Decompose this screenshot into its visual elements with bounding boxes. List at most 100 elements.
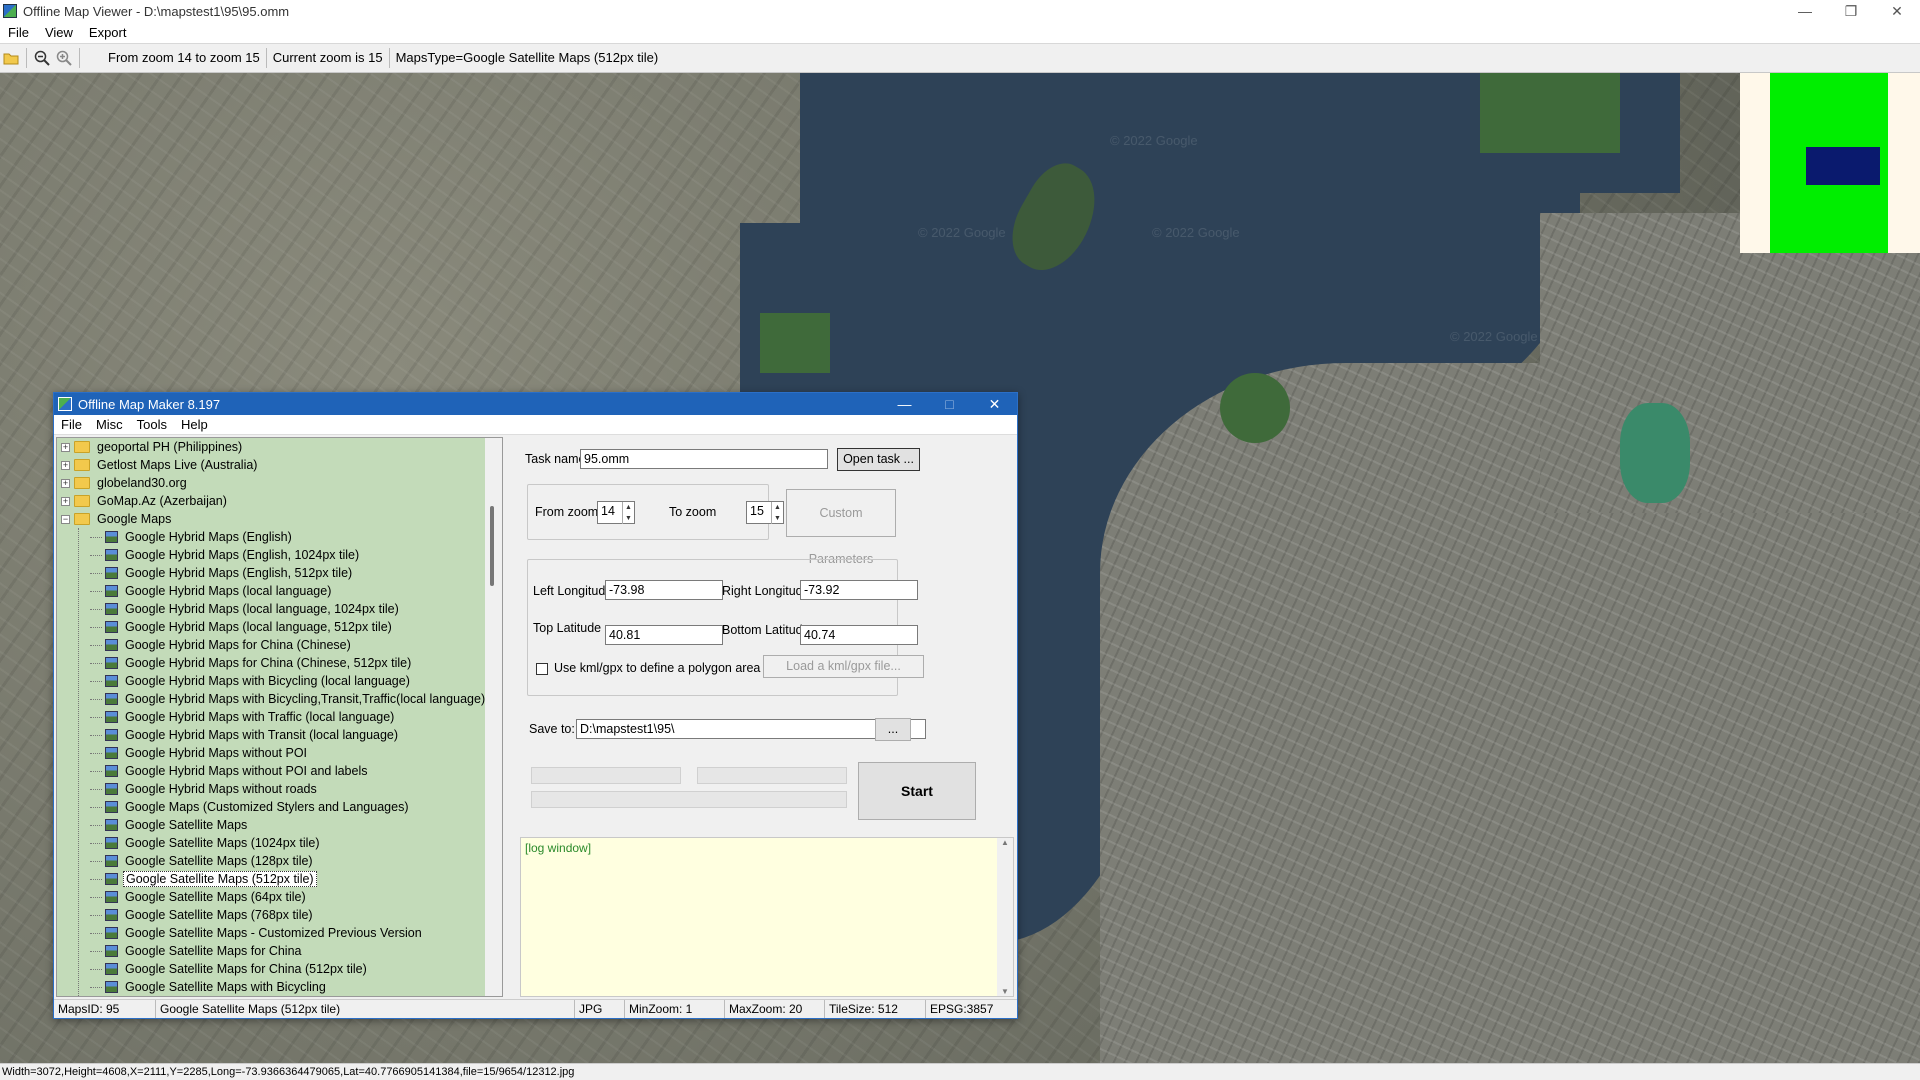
- kml-checkbox-label: Use kml/gpx to define a polygon area: [554, 661, 761, 675]
- tree-scroll-thumb[interactable]: [490, 506, 494, 586]
- folder-icon: [74, 459, 90, 471]
- tree-map-item[interactable]: Google Hybrid Maps (English): [57, 528, 502, 546]
- tree-map-label: Google Hybrid Maps with Transit (local l…: [125, 728, 399, 742]
- tree-folder[interactable]: + GoMap.Az (Azerbaijan): [57, 492, 502, 510]
- tree-map-item[interactable]: Google Hybrid Maps with Bicycling (local…: [57, 672, 502, 690]
- dialog-menu-file[interactable]: File: [54, 417, 89, 432]
- status-format: JPG: [575, 1000, 625, 1018]
- tree-folder[interactable]: + Getlost Maps Live (Australia): [57, 456, 502, 474]
- tree-folder[interactable]: + geoportal PH (Philippines): [57, 438, 502, 456]
- tree-map-item[interactable]: Google Hybrid Maps with Traffic (local l…: [57, 708, 502, 726]
- top-latitude-input[interactable]: 40.81: [605, 625, 723, 645]
- map-source-icon: [105, 729, 118, 741]
- tree-map-label: Google Hybrid Maps with Bicycling,Transi…: [125, 692, 486, 706]
- scroll-down-icon[interactable]: ▼: [997, 987, 1013, 996]
- kml-checkbox[interactable]: [536, 663, 548, 675]
- tree-map-label: Google Satellite Maps - Customized Previ…: [125, 926, 422, 940]
- expand-icon[interactable]: +: [61, 496, 70, 506]
- restore-icon[interactable]: ❐: [1828, 0, 1874, 22]
- dialog-titlebar: Offline Map Maker 8.197 — □ ✕: [54, 393, 1017, 415]
- tree-map-item[interactable]: Google Satellite Maps with Bicycling: [57, 978, 502, 996]
- tree-map-item[interactable]: Google Hybrid Maps with Transit (local l…: [57, 726, 502, 744]
- save-to-input[interactable]: D:\mapstest1\95\: [576, 719, 926, 739]
- open-folder-icon[interactable]: [0, 47, 22, 69]
- expand-icon[interactable]: +: [61, 442, 70, 452]
- folder-icon: [74, 495, 90, 507]
- expand-icon[interactable]: +: [61, 478, 70, 488]
- dialog-menu-help[interactable]: Help: [174, 417, 215, 432]
- bottom-latitude-input[interactable]: 40.74: [800, 625, 918, 645]
- zoom-out-icon[interactable]: [31, 47, 53, 69]
- from-zoom-spinner[interactable]: ▲ ▼: [622, 502, 634, 524]
- left-longitude-input[interactable]: -73.98: [605, 580, 723, 600]
- dialog-menu-misc[interactable]: Misc: [89, 417, 130, 432]
- map-source-icon: [105, 765, 118, 777]
- tree-map-item[interactable]: Google Hybrid Maps without POI: [57, 744, 502, 762]
- to-zoom-spinner[interactable]: ▲ ▼: [771, 502, 783, 524]
- zoom-in-icon[interactable]: [53, 47, 75, 69]
- tree-folder-label: globeland30.org: [97, 476, 187, 490]
- menu-view[interactable]: View: [37, 25, 81, 40]
- tree-map-item[interactable]: Google Satellite Maps (128px tile): [57, 852, 502, 870]
- map-watermark: © 2022 Google: [1450, 329, 1538, 344]
- tree-map-item[interactable]: Google Hybrid Maps for China (Chinese): [57, 636, 502, 654]
- map-source-icon: [105, 945, 118, 957]
- minimize-icon[interactable]: —: [1782, 0, 1828, 22]
- map-source-icon: [105, 675, 118, 687]
- tree-map-label: Google Satellite Maps: [125, 818, 248, 832]
- tree-map-item[interactable]: Google Hybrid Maps for China (Chinese, 5…: [57, 654, 502, 672]
- tree-map-label: Google Hybrid Maps without roads: [125, 782, 317, 796]
- dialog-maximize-icon[interactable]: □: [927, 393, 972, 415]
- tree-map-item[interactable]: Google Satellite Maps (512px tile): [57, 870, 502, 888]
- tree-map-item[interactable]: Google Hybrid Maps (local language): [57, 582, 502, 600]
- tree-map-label: Google Hybrid Maps (English, 512px tile): [125, 566, 353, 580]
- load-kml-button[interactable]: Load a kml/gpx file...: [763, 655, 924, 678]
- tree-folder[interactable]: − Google Maps: [57, 510, 502, 528]
- menu-export[interactable]: Export: [81, 25, 135, 40]
- collapse-icon[interactable]: −: [61, 514, 70, 524]
- overview-minimap[interactable]: [1740, 73, 1920, 253]
- dialog-menu-tools[interactable]: Tools: [130, 417, 174, 432]
- tree-map-item[interactable]: Google Hybrid Maps (local language, 1024…: [57, 600, 502, 618]
- folder-icon: [74, 477, 90, 489]
- dialog-close-icon[interactable]: ✕: [972, 393, 1017, 415]
- tree-map-item[interactable]: Google Satellite Maps for China (512px t…: [57, 960, 502, 978]
- custom-parameters-button[interactable]: Custom Parameters: [786, 489, 896, 566]
- tree-map-item[interactable]: Google Satellite Maps - Customized Previ…: [57, 924, 502, 942]
- tree-map-item[interactable]: Google Satellite Maps (768px tile): [57, 906, 502, 924]
- log-window[interactable]: [log window] ▲ ▼: [520, 837, 1014, 997]
- menu-file[interactable]: File: [0, 25, 37, 40]
- task-name-label: Task name: [525, 452, 586, 466]
- dialog-title: Offline Map Maker 8.197: [78, 396, 221, 412]
- tree-map-item[interactable]: Google Hybrid Maps with Bicycling,Transi…: [57, 690, 502, 708]
- tree-map-item[interactable]: Google Satellite Maps (64px tile): [57, 888, 502, 906]
- dialog-minimize-icon[interactable]: —: [882, 393, 927, 415]
- map-source-tree[interactable]: + geoportal PH (Philippines) + Getlost Maps…: [56, 437, 503, 997]
- tree-map-item[interactable]: Google Satellite Maps: [57, 816, 502, 834]
- log-scrollbar[interactable]: ▲ ▼: [997, 838, 1013, 996]
- tree-folder[interactable]: + globeland30.org: [57, 474, 502, 492]
- tree-scrollbar[interactable]: [485, 438, 502, 996]
- start-button[interactable]: Start: [858, 762, 976, 820]
- app-icon: [3, 4, 17, 18]
- minimap-view-rect[interactable]: [1806, 147, 1880, 185]
- close-icon[interactable]: ✕: [1874, 0, 1920, 22]
- open-task-button[interactable]: Open task ...: [837, 448, 920, 471]
- task-name-input[interactable]: 95.omm: [580, 449, 828, 469]
- current-zoom-text: Current zoom is 15: [267, 48, 390, 68]
- scroll-up-icon[interactable]: ▲: [997, 838, 1013, 847]
- tree-map-item[interactable]: Google Hybrid Maps without roads: [57, 780, 502, 798]
- tree-map-item[interactable]: Google Hybrid Maps without POI and label…: [57, 762, 502, 780]
- browse-button[interactable]: ...: [875, 718, 911, 741]
- tree-map-label: Google Hybrid Maps without POI and label…: [125, 764, 368, 778]
- tree-map-item[interactable]: Google Satellite Maps (1024px tile): [57, 834, 502, 852]
- tree-folders: + geoportal PH (Philippines) + Getlost Maps…: [57, 438, 502, 528]
- tree-map-item[interactable]: Google Maps (Customized Stylers and Lang…: [57, 798, 502, 816]
- tree-map-item[interactable]: Google Satellite Maps for China: [57, 942, 502, 960]
- tree-folder-label: Google Maps: [97, 512, 172, 526]
- tree-map-item[interactable]: Google Hybrid Maps (English, 512px tile): [57, 564, 502, 582]
- tree-map-item[interactable]: Google Hybrid Maps (English, 1024px tile…: [57, 546, 502, 564]
- expand-icon[interactable]: +: [61, 460, 70, 470]
- tree-map-item[interactable]: Google Hybrid Maps (local language, 512p…: [57, 618, 502, 636]
- right-longitude-input[interactable]: -73.92: [800, 580, 918, 600]
